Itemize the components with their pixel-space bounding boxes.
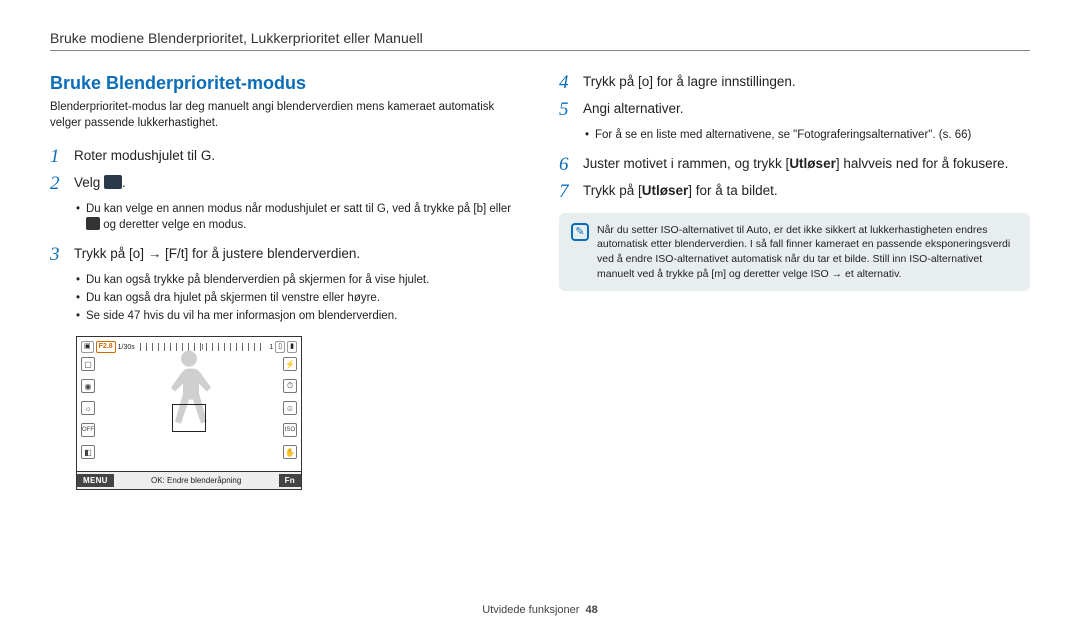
- subject-silhouette-icon: [159, 345, 219, 455]
- step-4: 4 Trykk på [o] for å lagre innstillingen…: [559, 73, 1030, 94]
- page-number: 48: [586, 604, 598, 616]
- step-2-sub-or: ] eller: [483, 203, 511, 215]
- right-column: 4 Trykk på [o] for å lagre innstillingen…: [559, 73, 1030, 490]
- step-number: 5: [559, 100, 583, 121]
- step-3-post: ] for å justere blenderverdien.: [185, 246, 361, 261]
- step-2-text-post: .: [122, 175, 126, 190]
- page-header: Bruke modiene Blenderprioritet, Lukkerpr…: [50, 30, 1030, 46]
- step-6: 6 Juster motivet i rammen, og trykk [Utl…: [559, 155, 1030, 176]
- step-1-text-pre: Roter modushjulet til: [74, 148, 201, 163]
- battery-icon: ▮: [287, 341, 297, 353]
- wb-icon: ☼: [81, 401, 95, 415]
- step-3-bullet-3: Se side 47 hvis du vil ha mer informasjo…: [76, 308, 521, 324]
- aperture-badge: F2.8: [96, 341, 116, 353]
- footer-section: Utvidede funksjoner: [482, 604, 579, 616]
- lcd-hint-text: OK: Endre blenderåpning: [114, 476, 279, 485]
- shutter-label: Utløser: [642, 183, 689, 198]
- step-number: 4: [559, 73, 583, 94]
- step-3-bullet-2: Du kan også dra hjulet på skjermen til v…: [76, 290, 521, 306]
- note-iso: ISO: [811, 268, 829, 280]
- timer-icon: ⏱: [283, 379, 297, 393]
- shutter-value: 1/30s: [118, 344, 135, 351]
- note-d: → et alternativ.: [829, 268, 902, 280]
- step-number: 1: [50, 147, 74, 168]
- af-frame-icon: [172, 404, 206, 432]
- step-2: 2 Velg .: [50, 174, 521, 195]
- step-3-pre: Trykk på [: [74, 246, 133, 261]
- info-note: ✎ Når du setter ISO-alternativet til Aut…: [559, 213, 1030, 292]
- note-auto: Auto: [746, 224, 768, 236]
- note-a: Når du setter ISO-alternativet til: [597, 224, 746, 236]
- m-button-icon: m: [714, 268, 723, 280]
- page-footer: Utvidede funksjoner 48: [0, 604, 1080, 616]
- card-icon: ▯: [275, 341, 285, 353]
- aperture-mode-icon: [104, 175, 122, 189]
- step-7-post: ] for å ta bildet.: [688, 183, 777, 198]
- step-6-post: ] halvveis ned for å fokusere.: [836, 156, 1009, 171]
- note-icon: ✎: [571, 223, 589, 241]
- color-icon: ◧: [81, 445, 95, 459]
- step-7: 7 Trykk på [Utløser] for å ta bildet.: [559, 182, 1030, 203]
- ft-button-icon: F/t: [169, 246, 185, 261]
- step-5-text: Angi alternativer.: [583, 100, 684, 119]
- off-icon: OFF: [81, 423, 95, 437]
- step-7-pre: Trykk på [: [583, 183, 642, 198]
- note-c: ] og deretter velge: [723, 268, 811, 280]
- dial-g-icon: G: [201, 148, 212, 163]
- left-column: Bruke Blenderprioritet-modus Blenderprio…: [50, 73, 521, 490]
- menu-button: MENU: [77, 474, 114, 487]
- step-number: 6: [559, 155, 583, 176]
- step-number: 7: [559, 182, 583, 203]
- shutter-label: Utløser: [789, 156, 836, 171]
- step-2-text-pre: Velg: [74, 175, 104, 190]
- step-2-bullets: Du kan velge en annen modus når modushju…: [50, 201, 521, 233]
- mode-small-icon: [86, 217, 100, 230]
- step-3-bullet-1: Du kan også trykke på blenderverdien på …: [76, 272, 521, 288]
- fn-button: Fn: [279, 474, 301, 487]
- face-icon: ☺: [283, 401, 297, 415]
- shots-remaining: 1: [269, 344, 273, 351]
- hand-icon: ✋: [283, 445, 297, 459]
- step-1: 1 Roter modushjulet til G.: [50, 147, 521, 168]
- step-6-pre: Juster motivet i rammen, og trykk [: [583, 156, 789, 171]
- step-number: 2: [50, 174, 74, 195]
- drive-mode-icon: ▣: [81, 341, 94, 353]
- metering-icon: ◉: [81, 379, 95, 393]
- flash-icon: ⚡: [283, 357, 297, 371]
- section-title: Bruke Blenderprioritet-modus: [50, 73, 521, 94]
- step-5: 5 Angi alternativer.: [559, 100, 1030, 121]
- step-2-sub-end: og deretter velge en modus.: [100, 219, 246, 231]
- step-5-bullets: For å se en liste med alternativene, se …: [559, 127, 1030, 143]
- step-3-arrow: ] → [: [140, 246, 169, 261]
- step-2-sub-mid: , ved å trykke på [: [386, 203, 477, 215]
- focus-mode-icon: ▢: [81, 357, 95, 371]
- step-5-bullet-1: For å se en liste med alternativene, se …: [585, 127, 1030, 143]
- step-1-text-post: .: [211, 148, 215, 163]
- step-2-sub-pre: Du kan velge en annen modus når modushju…: [86, 203, 377, 215]
- step-3-bullets: Du kan også trykke på blenderverdien på …: [50, 272, 521, 324]
- dial-g-icon: G: [377, 203, 386, 215]
- step-number: 3: [50, 245, 74, 266]
- step-4-post: ] for å lagre innstillingen.: [649, 74, 795, 89]
- step-3: 3 Trykk på [o] → [F/t] for å justere ble…: [50, 245, 521, 266]
- iso-icon: ISO: [283, 423, 297, 437]
- header-divider: [50, 50, 1030, 51]
- section-intro: Blenderprioritet-modus lar deg manuelt a…: [50, 100, 521, 131]
- camera-lcd-illustration: ▣ F2.8 1/30s 1 ▯ ▮ ▢ ◉ ☼ OFF ◧: [76, 336, 302, 490]
- step-4-pre: Trykk på [: [583, 74, 642, 89]
